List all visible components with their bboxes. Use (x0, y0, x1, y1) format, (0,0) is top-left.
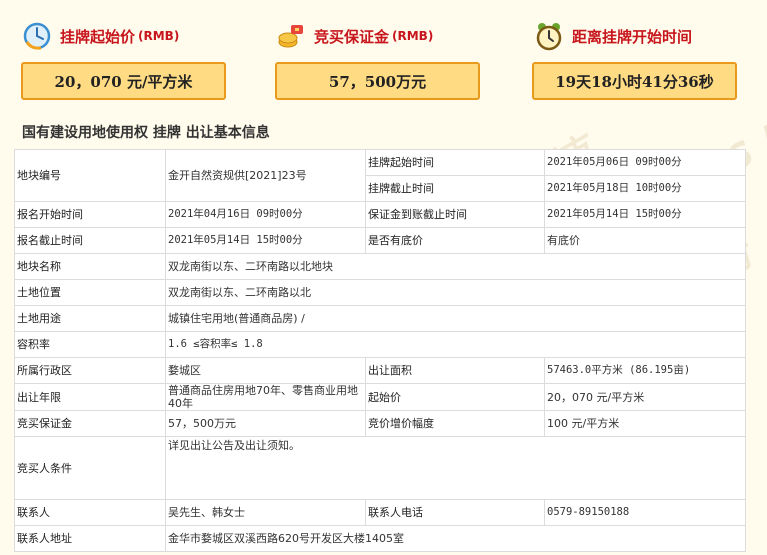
location-label: 土地位置 (14, 279, 166, 306)
table-row: 竞买保证金 57，500万元 竞价增价幅度 100 元/平方米 (14, 410, 746, 437)
section-title: 国有建设用地使用权 挂牌 出让基本信息 (22, 125, 270, 141)
table-row: 地块编号 金开自然资规供[2021]23号 挂牌起始时间 2021年05月06日… (14, 149, 746, 202)
reg-end-value: 2021年05月14日 15时00分 (165, 227, 366, 254)
increment-value: 100 元/平方米 (544, 410, 746, 437)
plot-no-value: 金开自然资规供[2021]23号 (165, 149, 366, 202)
countdown-title: 距离挂牌开始时间 (572, 27, 693, 46)
clock-icon (22, 21, 52, 51)
table-row: 土地用途 城镇住宅用地(普通商品房) / (14, 305, 746, 332)
table-row: 竞买人条件 详见出让公告及出让须知。 (14, 436, 746, 500)
base-price-label: 起始价 (365, 383, 545, 411)
term-label: 出让年限 (14, 383, 166, 411)
location-value: 双龙南街以东、二环南路以北 (165, 279, 746, 306)
plot-name-value: 双龙南街以东、二环南路以北地块 (165, 253, 746, 280)
money-icon (276, 21, 306, 51)
reg-start-label: 报名开始时间 (14, 201, 166, 228)
table-row: 报名开始时间 2021年04月16日 09时00分 保证金到账截止时间 2021… (14, 201, 746, 228)
table-row: 土地位置 双龙南街以东、二环南路以北 (14, 279, 746, 306)
start-price-title: 挂牌起始价 (60, 27, 136, 46)
district-value: 婺城区 (165, 357, 366, 384)
phone-label: 联系人电话 (365, 499, 545, 526)
bid-deposit-label: 竞买保证金 (14, 410, 166, 437)
deposit-deadline-value: 2021年05月14日 15时00分 (544, 201, 746, 228)
listing-start-label: 挂牌起始时间 (365, 149, 545, 176)
deposit-unit: (RMB) (392, 29, 434, 43)
land-info-table: 地块编号 金开自然资规供[2021]23号 挂牌起始时间 2021年05月06日… (14, 149, 746, 552)
summary-header: 挂牌起始价 (RMB) 20，070 元/平方米 竞买保证金 (RMB) 57，… (0, 0, 767, 110)
base-price-value: 20，070 元/平方米 (544, 383, 746, 411)
deposit-deadline-label: 保证金到账截止时间 (365, 201, 545, 228)
table-row: 报名截止时间 2021年05月14日 15时00分 是否有底价 有底价 (14, 227, 746, 254)
countdown-value: 19天18小时41分36秒 (532, 62, 737, 100)
table-row: 容积率 1.6 ≤容积率≤ 1.8 (14, 331, 746, 358)
use-value: 城镇住宅用地(普通商品房) / (165, 305, 746, 332)
countdown-card: 距离挂牌开始时间 19天18小时41分36秒 (526, 14, 751, 100)
area-value: 57463.0平方米 (86.195亩) (544, 357, 746, 384)
contact-label: 联系人 (14, 499, 166, 526)
area-label: 出让面积 (365, 357, 545, 384)
reserve-value: 有底价 (544, 227, 746, 254)
conditions-value: 详见出让公告及出让须知。 (165, 436, 746, 500)
phone-value: 0579-89150188 (544, 499, 746, 526)
contact-value: 吴先生、韩女士 (165, 499, 366, 526)
bid-deposit-value: 57，500万元 (165, 410, 366, 437)
table-row: 出让年限 普通商品住房用地70年、零售商业用地40年 起始价 20，070 元/… (14, 383, 746, 411)
start-price-unit: (RMB) (138, 29, 180, 43)
start-price-value: 20，070 元/平方米 (21, 62, 226, 100)
use-label: 土地用途 (14, 305, 166, 332)
far-label: 容积率 (14, 331, 166, 358)
reg-end-label: 报名截止时间 (14, 227, 166, 254)
district-label: 所属行政区 (14, 357, 166, 384)
start-price-card: 挂牌起始价 (RMB) 20，070 元/平方米 (14, 14, 239, 100)
table-row: 地块名称 双龙南街以东、二环南路以北地块 (14, 253, 746, 280)
conditions-label: 竞买人条件 (14, 436, 166, 500)
address-value: 金华市婺城区双溪西路620号开发区大楼1405室 (165, 525, 746, 552)
listing-end-label: 挂牌截止时间 (365, 175, 545, 202)
deposit-card: 竞买保证金 (RMB) 57，500万元 (268, 14, 493, 100)
listing-end-value: 2021年05月18日 10时00分 (544, 175, 746, 202)
term-value: 普通商品住房用地70年、零售商业用地40年 (165, 383, 366, 411)
plot-no-label: 地块编号 (14, 149, 166, 202)
table-row: 所属行政区 婺城区 出让面积 57463.0平方米 (86.195亩) (14, 357, 746, 384)
plot-name-label: 地块名称 (14, 253, 166, 280)
listing-start-value: 2021年05月06日 09时00分 (544, 149, 746, 176)
table-row: 联系人地址 金华市婺城区双溪西路620号开发区大楼1405室 (14, 525, 746, 552)
reg-start-value: 2021年04月16日 09时00分 (165, 201, 366, 228)
address-label: 联系人地址 (14, 525, 166, 552)
deposit-value: 57，500万元 (275, 62, 480, 100)
deposit-title: 竞买保证金 (314, 27, 390, 46)
reserve-label: 是否有底价 (365, 227, 545, 254)
table-row: 联系人 吴先生、韩女士 联系人电话 0579-89150188 (14, 499, 746, 526)
far-value: 1.6 ≤容积率≤ 1.8 (165, 331, 746, 358)
increment-label: 竞价增价幅度 (365, 410, 545, 437)
alarm-clock-icon (534, 21, 564, 51)
